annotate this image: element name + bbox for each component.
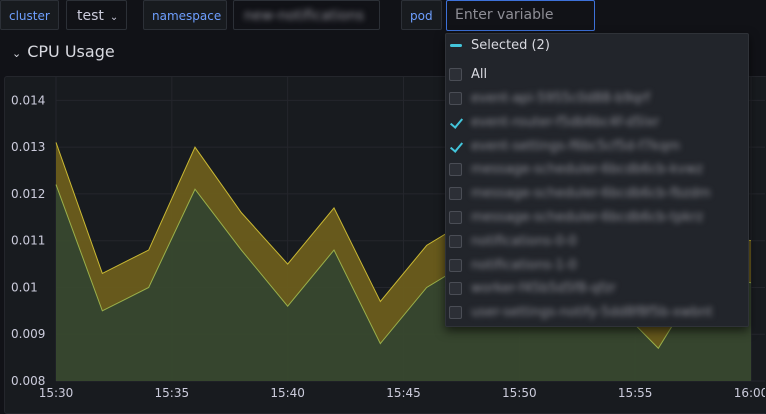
pod-option[interactable]: message-scheduler-6bcdb6cb-fbzdm xyxy=(446,182,748,206)
variables-bar: cluster test ⌄ namespace new-notification… xyxy=(0,0,766,52)
x-tick-label: 16:00 xyxy=(734,386,765,400)
x-tick-label: 15:35 xyxy=(155,386,190,400)
selected-count-label: Selected (2) xyxy=(471,38,550,53)
all-option-label: All xyxy=(471,67,488,82)
selected-toggle-option[interactable]: Selected (2) xyxy=(446,34,748,58)
y-tick-label: 0.013 xyxy=(11,140,45,154)
pod-option-label: user-settings-notify-5dd8f8f5b-xwbnt xyxy=(471,305,713,321)
namespace-value: new-notifications xyxy=(244,8,365,24)
pod-option-label: worker-f45b5d5f8-qfzr xyxy=(471,281,616,297)
pod-option-label: message-scheduler-6bcdb6cb-tpkrz xyxy=(471,210,704,225)
chevron-down-icon: ⌄ xyxy=(12,47,22,60)
pod-option[interactable]: event-settings-f6bc5cf5d-f7kqm xyxy=(446,135,748,159)
cluster-select[interactable]: test ⌄ xyxy=(66,0,127,30)
checkbox-icon xyxy=(449,211,462,224)
pod-option-label: event-api-5955c0d88-b9qrf xyxy=(471,91,650,106)
pod-option-label: notifications-1-0 xyxy=(471,257,577,273)
x-tick-label: 15:45 xyxy=(386,386,421,400)
pod-option[interactable]: worker-f45b5d5f8-qfzr xyxy=(446,277,748,301)
pod-option[interactable]: message-scheduler-6bcdb6cb-tpkrz xyxy=(446,206,748,230)
checkbox-icon xyxy=(449,163,462,177)
pod-option-label: message-scheduler-6bcdb6cb-kvwz xyxy=(471,162,703,178)
pod-option-label: notifications-0-0 xyxy=(471,233,577,249)
pod-option-label: event-router-f5db6bc4f-d5lxr xyxy=(471,114,660,130)
pod-variable-label: pod xyxy=(401,0,442,30)
checkbox-icon xyxy=(449,258,462,272)
checkbox-icon xyxy=(449,282,462,296)
pod-option[interactable]: notifications-1-0 xyxy=(446,254,748,278)
cluster-value: test xyxy=(77,8,104,24)
y-tick-label: 0.011 xyxy=(11,234,45,248)
partial-check-icon xyxy=(449,39,462,52)
row-title: CPU Usage xyxy=(27,42,115,61)
row-header[interactable]: ⌄ CPU Usage xyxy=(12,42,115,61)
x-tick-label: 15:55 xyxy=(618,386,653,400)
pod-option[interactable]: message-scheduler-6bcdb6cb-kvwz xyxy=(446,158,748,182)
checkbox-icon xyxy=(449,92,462,105)
all-option[interactable]: All xyxy=(446,63,748,87)
namespace-select[interactable]: new-notifications xyxy=(233,0,380,30)
checkbox-icon xyxy=(449,187,462,201)
pod-option-label: message-scheduler-6bcdb6cb-fbzdm xyxy=(471,186,711,202)
x-tick-label: 15:50 xyxy=(502,386,537,400)
checkbox-icon xyxy=(449,68,462,81)
pod-option[interactable]: event-router-f5db6bc4f-d5lxr xyxy=(446,111,748,135)
y-tick-label: 0.014 xyxy=(11,93,45,107)
pod-option[interactable]: event-api-5955c0d88-b9qrf xyxy=(446,87,748,111)
y-tick-label: 0.012 xyxy=(11,187,45,201)
checkmark-icon xyxy=(449,140,462,153)
chevron-down-icon: ⌄ xyxy=(109,12,119,23)
namespace-variable-label: namespace xyxy=(143,0,227,30)
cluster-variable-label: cluster xyxy=(0,0,59,30)
y-tick-label: 0.009 xyxy=(11,327,45,341)
checkbox-icon xyxy=(449,234,462,248)
pod-option[interactable]: notifications-0-0 xyxy=(446,230,748,254)
x-tick-label: 15:30 xyxy=(39,386,74,400)
pod-option[interactable]: user-settings-notify-5dd8f8f5b-xwbnt xyxy=(446,301,748,325)
checkbox-icon xyxy=(449,306,462,320)
x-tick-label: 15:40 xyxy=(270,386,305,400)
pod-options-dropdown: Selected (2) All event-api-5955c0d88-b9q… xyxy=(445,33,749,327)
pod-option-label: event-settings-f6bc5cf5d-f7kqm xyxy=(471,138,680,154)
checkmark-icon xyxy=(449,116,462,129)
pod-search-input[interactable]: Enter variable value xyxy=(446,0,595,52)
y-tick-label: 0.01 xyxy=(11,280,38,294)
